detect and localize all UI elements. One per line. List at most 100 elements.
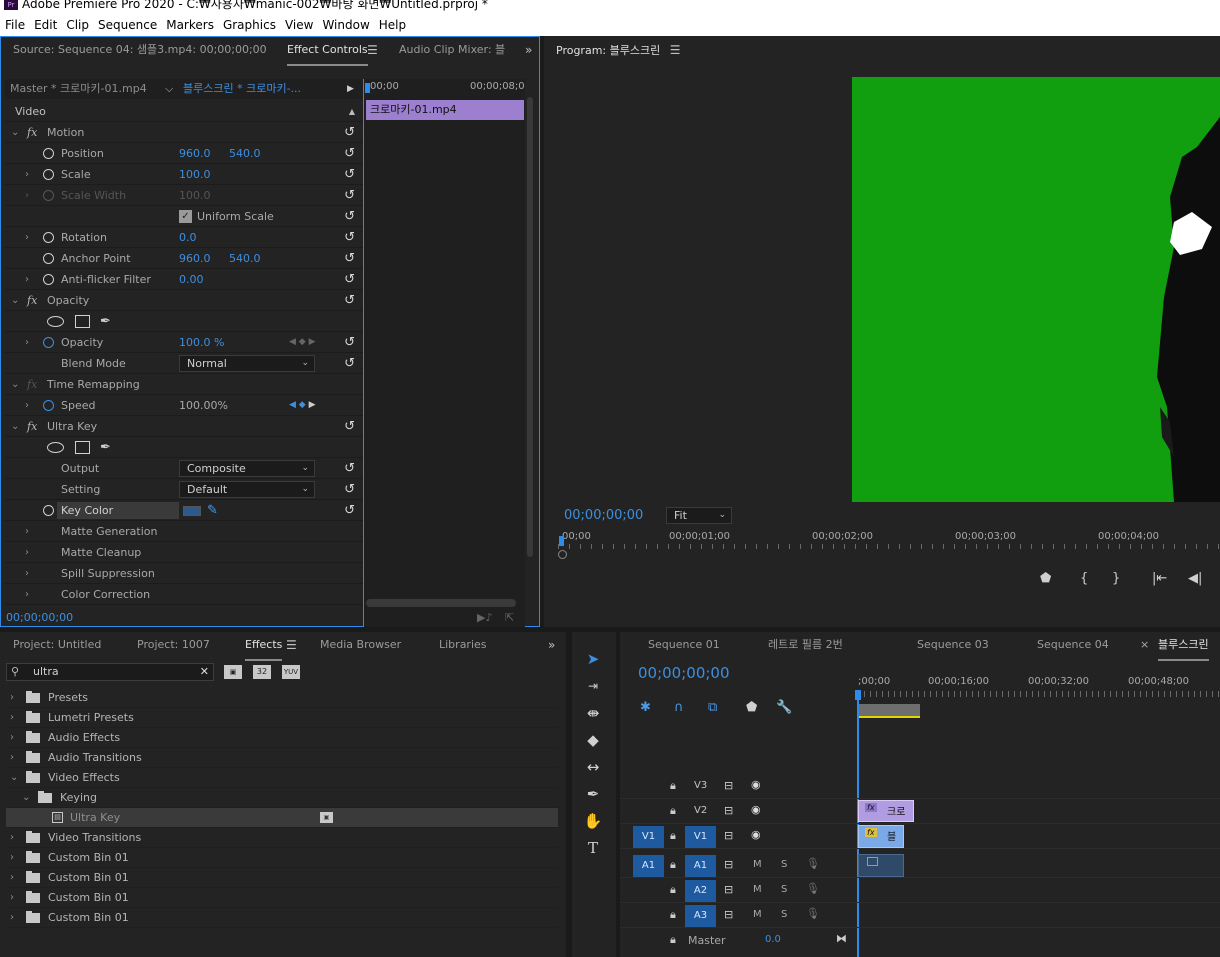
32bit-effects-icon[interactable]: 32 [253, 665, 271, 679]
lock-icon[interactable]: 🔒︎ [670, 779, 676, 793]
anchor-x-value[interactable]: 960.0 [179, 248, 211, 269]
tab-bluescreen[interactable]: 블루스크린 [1158, 632, 1209, 661]
tree-item-presets[interactable]: › Presets [6, 688, 558, 708]
tree-item-custom-bin[interactable]: › Custom Bin 01 [6, 868, 558, 888]
menu-view[interactable]: View [280, 14, 317, 36]
chevron-right-icon[interactable]: › [25, 584, 29, 605]
eyedropper-icon[interactable]: ✎ [207, 500, 218, 521]
tree-item-video-effects[interactable]: ⌄ Video Effects [6, 768, 558, 788]
tree-item-custom-bin[interactable]: › Custom Bin 01 [6, 888, 558, 908]
program-ruler[interactable]: 00;00 00;00;01;00 00;00;02;00 00;00;03;0… [558, 530, 1220, 552]
stopwatch-icon[interactable] [43, 400, 54, 411]
chevron-right-icon[interactable]: › [10, 728, 14, 748]
reset-icon[interactable]: ↺ [344, 206, 355, 227]
effects-search-box[interactable]: ⚲ ultra ✕ [6, 663, 214, 681]
scale-value[interactable]: 100.0 [179, 164, 211, 185]
tab-sequence-04[interactable]: Sequence 04 [1037, 632, 1109, 658]
master-clip-label[interactable]: Master * 크로마키-01.mp4 [10, 79, 147, 99]
tab-audio-clip-mixer[interactable]: Audio Clip Mixer: 블 [399, 37, 505, 63]
sync-lock-icon[interactable]: ⊟ [724, 858, 733, 871]
opacity-effect-row[interactable]: ⌄ fx Opacity ↺ [5, 290, 363, 311]
tab-project-untitled[interactable]: Project: Untitled [13, 632, 101, 658]
yuv-effects-icon[interactable]: YUV [282, 665, 300, 679]
collapse-up-icon[interactable]: ▲ [349, 101, 355, 122]
tab-libraries[interactable]: Libraries [439, 632, 487, 658]
mute-button[interactable]: M [753, 859, 762, 870]
track-target-a3[interactable]: A3 [685, 905, 716, 927]
reset-icon[interactable]: ↺ [344, 269, 355, 290]
reset-icon[interactable]: ↺ [344, 332, 355, 353]
rotation-value[interactable]: 0.0 [179, 227, 197, 248]
ellipse-mask-icon[interactable] [47, 316, 64, 327]
stopwatch-icon[interactable] [43, 253, 54, 264]
sync-lock-icon[interactable]: ⊟ [724, 829, 733, 842]
reset-icon[interactable]: ↺ [344, 248, 355, 269]
lock-icon[interactable]: 🔒︎ [670, 829, 676, 843]
ellipse-mask-icon[interactable] [47, 442, 64, 453]
menu-markers[interactable]: Markers [161, 14, 218, 36]
track-target-a2[interactable]: A2 [685, 880, 716, 902]
solo-button[interactable]: S [781, 859, 787, 870]
mute-button[interactable]: M [753, 884, 762, 895]
menu-sequence[interactable]: Sequence [93, 14, 161, 36]
tab-source[interactable]: Source: Sequence 04: 샘플3.mp4: 00;00;00;0… [13, 37, 267, 63]
sync-lock-icon[interactable]: ⊟ [724, 883, 733, 896]
mark-out-icon[interactable]: } [1112, 571, 1120, 586]
chevron-right-icon[interactable]: › [25, 521, 29, 542]
panel-menu-icon[interactable]: ☰ [670, 43, 681, 57]
chevron-down-icon[interactable]: ⌄ [11, 122, 19, 143]
menu-edit[interactable]: Edit [29, 14, 61, 36]
snap-nest-icon[interactable]: ✱ [640, 700, 651, 715]
go-to-end-icon[interactable]: ⧓ [836, 932, 847, 945]
clip-v1[interactable]: fx 블 [858, 825, 904, 848]
menu-clip[interactable]: Clip [61, 14, 93, 36]
linked-selection-icon[interactable]: ⧉ [708, 700, 717, 715]
reset-icon[interactable]: ↺ [344, 290, 355, 311]
chevron-right-icon[interactable]: › [10, 868, 14, 888]
zoom-scroll[interactable] [558, 550, 1220, 559]
ec-timecode[interactable]: 00;00;00;00 [6, 609, 73, 627]
reset-icon[interactable]: ↺ [344, 353, 355, 374]
clear-search-icon[interactable]: ✕ [200, 664, 209, 680]
chevron-down-icon[interactable]: ⌄ [11, 290, 19, 311]
program-timecode[interactable]: 00;00;00;00 [564, 508, 643, 523]
reset-icon[interactable]: ↺ [344, 479, 355, 500]
chevron-right-icon[interactable]: › [25, 164, 29, 185]
fx-icon[interactable]: fx [27, 416, 37, 437]
slip-tool-icon[interactable]: ↔ [582, 756, 604, 778]
chevron-right-icon[interactable]: › [25, 542, 29, 563]
add-marker-icon[interactable]: ⬟ [746, 700, 757, 715]
chevron-right-icon[interactable]: › [25, 563, 29, 584]
chevron-right-icon[interactable]: › [25, 332, 29, 353]
color-correction-row[interactable]: › Color Correction [5, 584, 363, 605]
chevron-right-icon[interactable]: › [25, 227, 29, 248]
track-select-tool-icon[interactable]: ⇥ [582, 675, 604, 697]
overflow-icon[interactable]: » [525, 37, 532, 63]
mini-timeline-scroll[interactable] [366, 599, 516, 607]
pen-mask-icon[interactable]: ✒ [100, 311, 111, 332]
pen-tool-icon[interactable]: ✒ [582, 783, 604, 805]
sequence-clip-label[interactable]: 블루스크린 * 크로마키-... [183, 79, 301, 99]
solo-button[interactable]: S [781, 884, 787, 895]
step-back-icon[interactable]: ◀| [1188, 571, 1202, 586]
tree-item-audio-effects[interactable]: › Audio Effects [6, 728, 558, 748]
ec-vertical-scrollbar[interactable] [527, 97, 533, 557]
chevron-right-icon[interactable]: › [25, 269, 29, 290]
matte-generation-row[interactable]: › Matte Generation [5, 521, 363, 542]
microphone-icon[interactable]: 🎙︎ [806, 857, 820, 870]
clip-a1[interactable] [858, 854, 904, 877]
stopwatch-icon[interactable] [43, 505, 54, 516]
reset-icon[interactable]: ↺ [344, 500, 355, 521]
menu-help[interactable]: Help [374, 14, 410, 36]
fx-icon[interactable]: fx [27, 122, 37, 143]
lock-icon[interactable]: 🔒︎ [670, 858, 676, 872]
pen-mask-icon[interactable]: ✒ [100, 437, 111, 458]
motion-effect-row[interactable]: ⌄ fx Motion ↺ [5, 122, 363, 143]
search-input[interactable]: ultra [33, 664, 59, 680]
timeline-timecode[interactable]: 00;00;00;00 [638, 664, 730, 682]
tab-sequence-01[interactable]: Sequence 01 [648, 632, 720, 658]
position-x-value[interactable]: 960.0 [179, 143, 211, 164]
chevron-down-icon[interactable]: ⌄ [11, 416, 19, 437]
tree-item-video-transitions[interactable]: › Video Transitions [6, 828, 558, 848]
tree-item-ultra-key[interactable]: ▤ Ultra Key ▣ [6, 808, 558, 828]
